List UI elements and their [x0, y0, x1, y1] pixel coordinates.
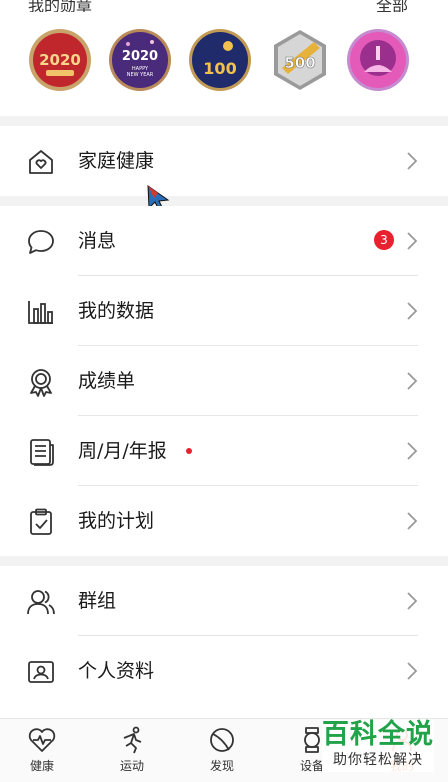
chevron-right-icon: [406, 661, 418, 681]
award-ribbon-icon: [26, 367, 56, 397]
my-plan-label: 我的计划: [78, 510, 155, 532]
groups-row[interactable]: 群组: [0, 566, 448, 636]
chevron-right-icon: [406, 591, 418, 611]
group-people-icon: [26, 587, 56, 617]
tab-discover[interactable]: 发现: [194, 725, 250, 782]
svg-text:2020: 2020: [39, 51, 81, 69]
social-card: 群组 个人资料: [0, 566, 448, 718]
family-health-label: 家庭健康: [78, 150, 155, 172]
document-list-icon: [26, 437, 56, 467]
clipboard-check-icon: [26, 507, 56, 537]
report-card-row[interactable]: 成绩单: [0, 346, 448, 416]
reports-row[interactable]: 周/月/年报: [0, 416, 448, 486]
svg-text:500: 500: [284, 54, 315, 72]
new-report-dot: [186, 448, 192, 454]
tab-health[interactable]: 健康: [14, 725, 70, 782]
id-card-icon: [26, 657, 56, 687]
profile-label: 个人资料: [78, 660, 155, 682]
tab-exercise-label: 运动: [119, 759, 144, 773]
medal-pink[interactable]: [346, 28, 410, 92]
heart-pulse-icon: [28, 728, 56, 752]
medal-2020[interactable]: 2020: [28, 28, 92, 92]
main-menu-card: 消息 我的数据 成绩单 周/月/年报 我的计划: [0, 206, 448, 556]
medals-header: 我的勋章 全部: [0, 0, 448, 12]
messages-label: 消息: [78, 230, 117, 252]
my-data-label: 我的数据: [78, 300, 155, 322]
chevron-right-icon: [406, 151, 418, 171]
house-heart-icon: [26, 147, 56, 177]
svg-text:100: 100: [203, 59, 236, 78]
medals-strip: 2020 2020 HAPPY NEW YEAR 100 500: [0, 12, 448, 116]
medals-title: 我的勋章: [28, 0, 93, 12]
chevron-right-icon: [406, 511, 418, 531]
reports-label: 周/月/年报: [78, 440, 167, 462]
unread-count-badge: 3: [374, 230, 394, 250]
tab-health-label: 健康: [29, 759, 54, 773]
svg-text:NEW YEAR: NEW YEAR: [127, 72, 154, 78]
medals-view-all[interactable]: 全部: [376, 0, 408, 12]
medal-500[interactable]: 500: [268, 28, 332, 92]
tab-discover-label: 发现: [209, 759, 234, 773]
svg-text:2020: 2020: [122, 49, 158, 64]
watermark-subtitle: 助你轻松解决: [333, 752, 423, 768]
chevron-right-icon: [406, 231, 418, 251]
runner-icon: [123, 726, 142, 754]
chevron-right-icon: [406, 301, 418, 321]
medal-100[interactable]: 100: [188, 28, 252, 92]
family-health-card: 家庭健康: [0, 126, 448, 196]
family-health-row[interactable]: 家庭健康: [0, 126, 448, 196]
groups-label: 群组: [78, 590, 117, 612]
profile-row[interactable]: 个人资料: [0, 636, 448, 706]
discover-icon: [210, 728, 234, 752]
chat-bubble-icon: [26, 227, 56, 257]
medal-happy-new-year[interactable]: 2020 HAPPY NEW YEAR: [108, 28, 172, 92]
my-plan-row[interactable]: 我的计划: [0, 486, 448, 556]
tab-exercise[interactable]: 运动: [104, 725, 160, 782]
watermark-logo: 百科全说 助你轻松解决: [322, 720, 434, 772]
report-card-label: 成绩单: [78, 370, 136, 392]
chevron-right-icon: [406, 441, 418, 461]
chevron-right-icon: [406, 371, 418, 391]
my-data-row[interactable]: 我的数据: [0, 276, 448, 346]
bar-chart-icon: [26, 297, 56, 327]
watermark-title: 百科全说: [322, 719, 434, 750]
